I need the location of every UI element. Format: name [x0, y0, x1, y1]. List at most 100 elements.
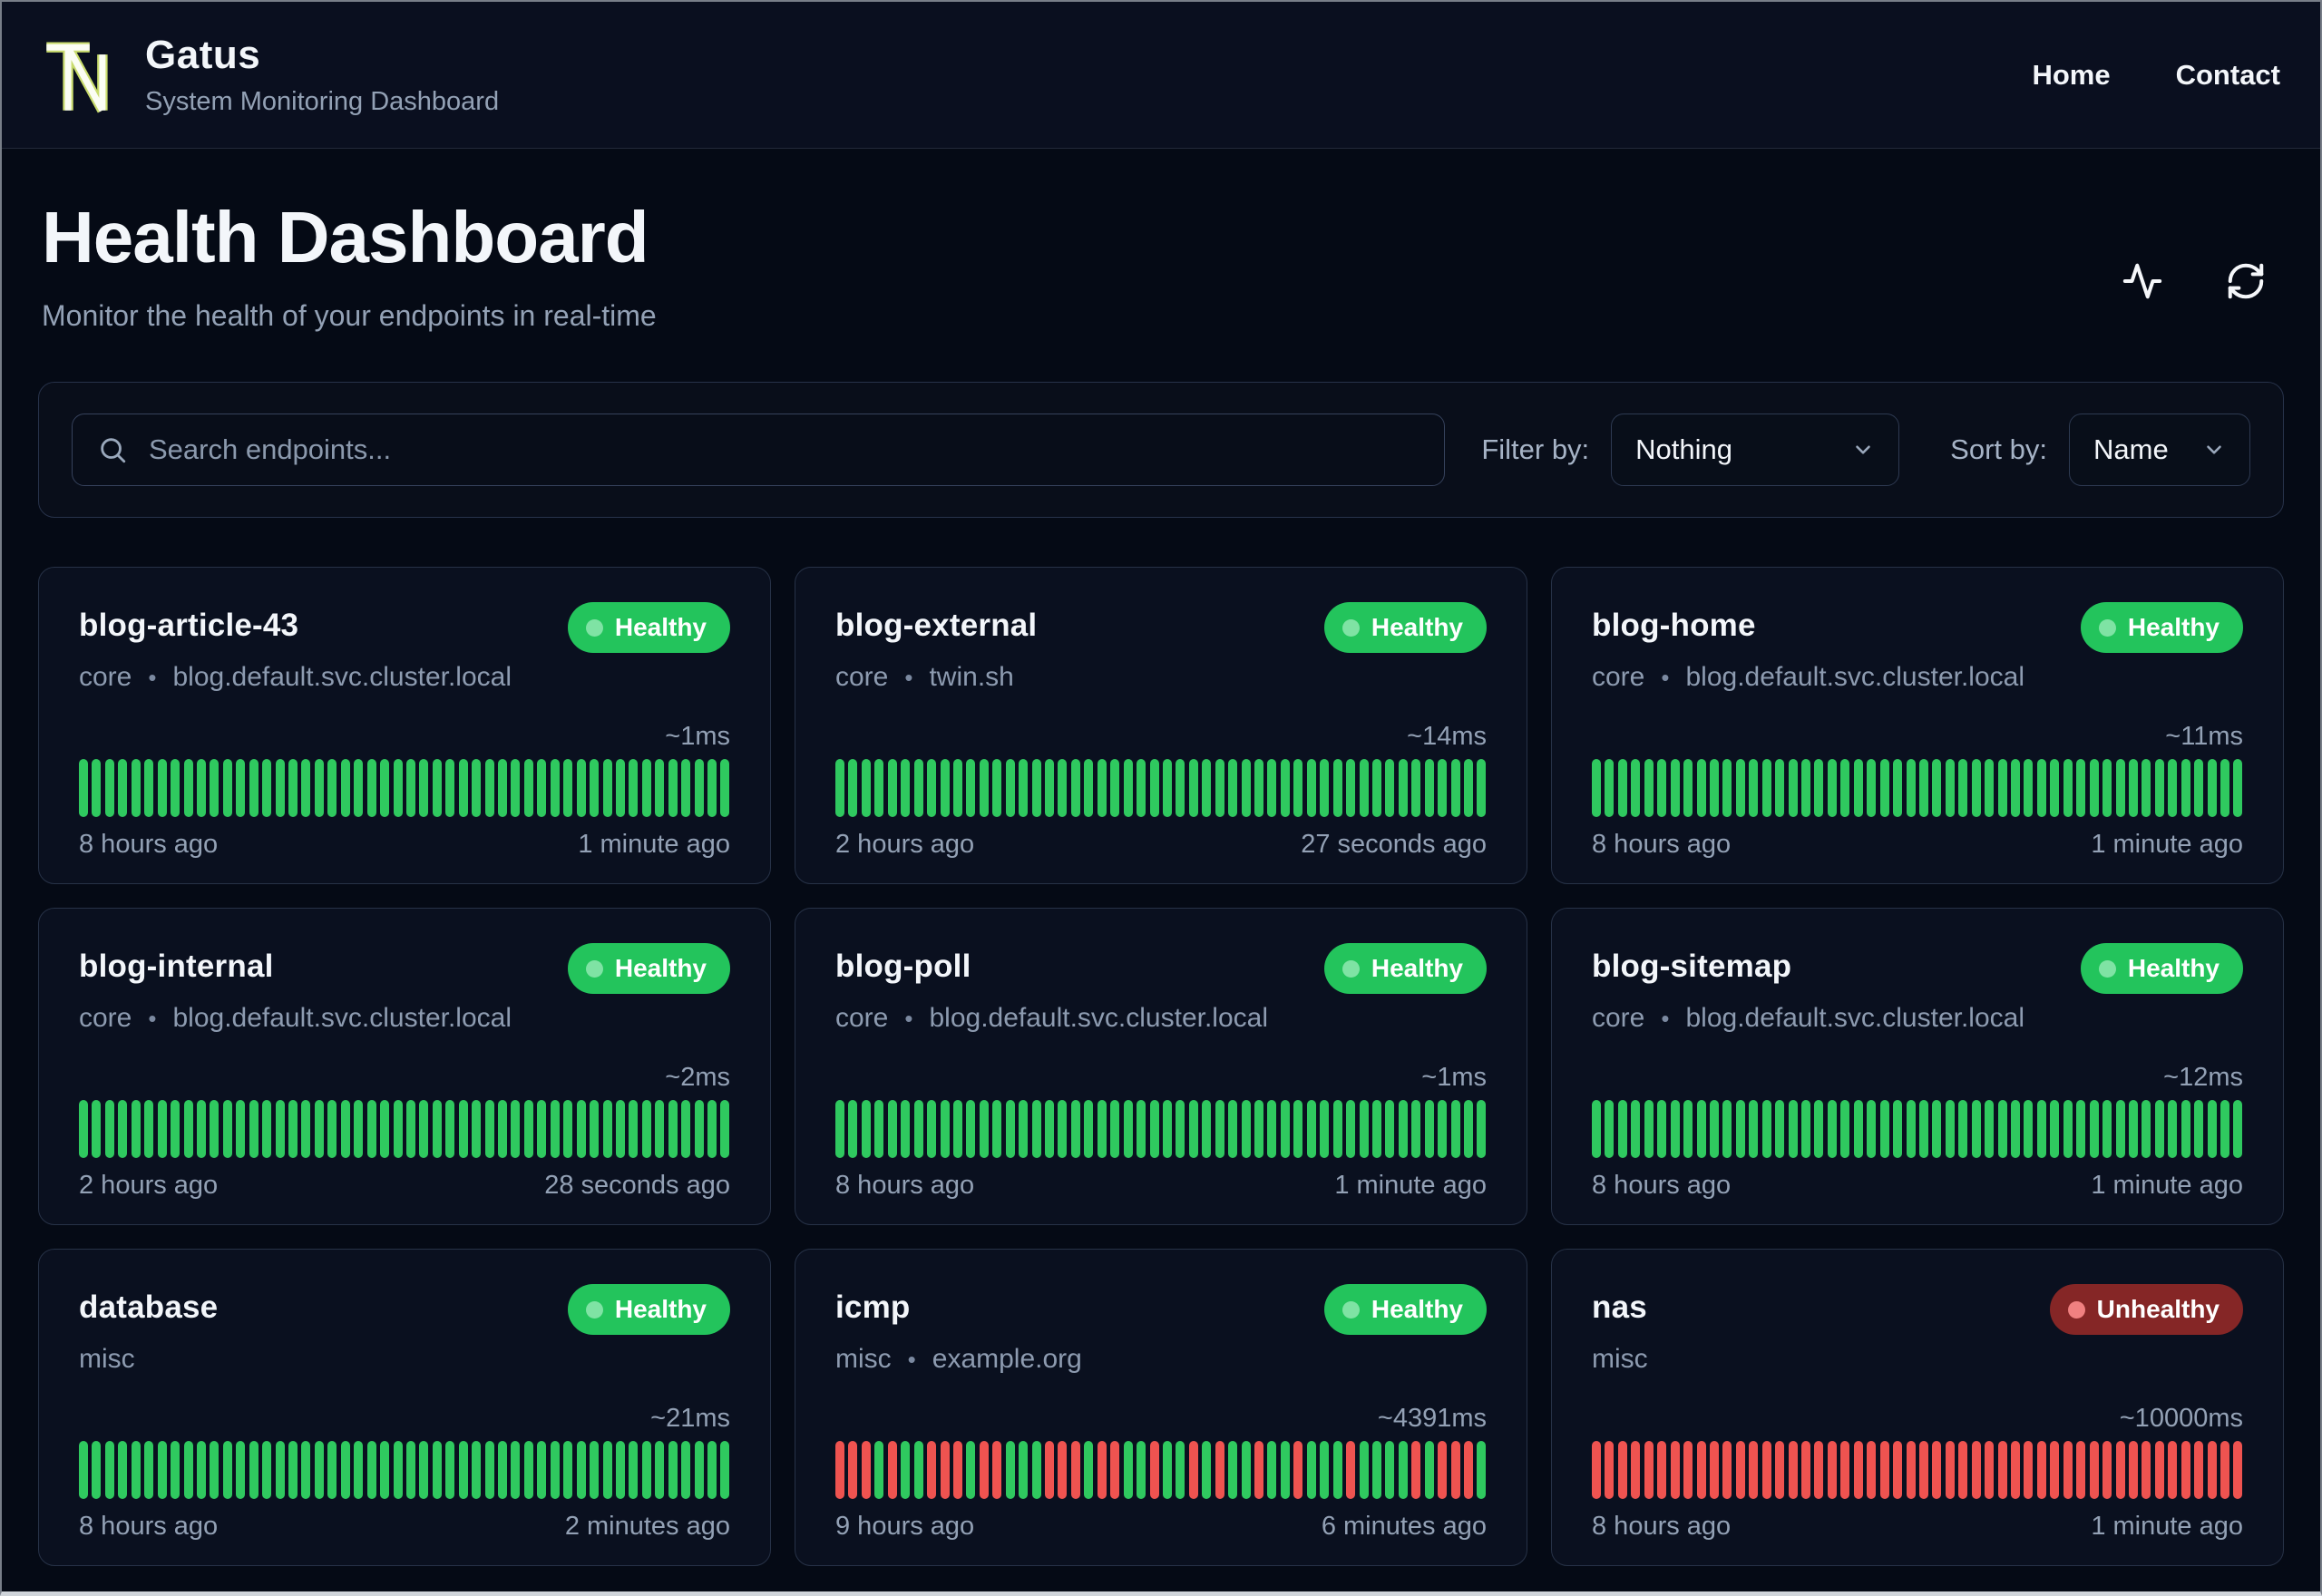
uptime-bar[interactable]	[2194, 1441, 2204, 1499]
uptime-bar[interactable]	[1385, 1100, 1395, 1158]
uptime-bar[interactable]	[1424, 1100, 1434, 1158]
uptime-bar[interactable]	[2115, 1100, 2125, 1158]
uptime-bar[interactable]	[1827, 759, 1837, 817]
uptime-bar[interactable]	[1280, 759, 1290, 817]
uptime-bar[interactable]	[2154, 1441, 2164, 1499]
uptime-bar[interactable]	[1123, 1100, 1133, 1158]
uptime-bar[interactable]	[1644, 1100, 1654, 1158]
uptime-bar[interactable]	[720, 1441, 730, 1499]
uptime-bar[interactable]	[1241, 1100, 1251, 1158]
uptime-bar[interactable]	[1293, 759, 1303, 817]
uptime-bar[interactable]	[366, 1441, 376, 1499]
uptime-bar[interactable]	[602, 1441, 612, 1499]
uptime-bar[interactable]	[157, 1441, 167, 1499]
uptime-bar[interactable]	[835, 1100, 844, 1158]
uptime-bar[interactable]	[354, 1441, 364, 1499]
uptime-bar[interactable]	[405, 1100, 415, 1158]
uptime-bar[interactable]	[1371, 1441, 1381, 1499]
uptime-bar[interactable]	[1031, 1441, 1041, 1499]
uptime-bar[interactable]	[1005, 1100, 1015, 1158]
uptime-bar[interactable]	[393, 759, 403, 817]
uptime-bar[interactable]	[1241, 1441, 1251, 1499]
uptime-bar[interactable]	[171, 1100, 180, 1158]
uptime-bar[interactable]	[1070, 1441, 1080, 1499]
uptime-bar[interactable]	[1267, 1441, 1277, 1499]
uptime-bar[interactable]	[1932, 759, 1942, 817]
uptime-bar[interactable]	[1683, 1100, 1693, 1158]
uptime-bar[interactable]	[537, 1100, 547, 1158]
uptime-bar[interactable]	[1084, 1441, 1094, 1499]
uptime-bar[interactable]	[1592, 1441, 1601, 1499]
uptime-bar[interactable]	[668, 1100, 678, 1158]
uptime-bar[interactable]	[1788, 1100, 1798, 1158]
uptime-bar[interactable]	[301, 1100, 311, 1158]
uptime-bar[interactable]	[432, 759, 442, 817]
uptime-bar[interactable]	[275, 759, 285, 817]
uptime-bar[interactable]	[1058, 1100, 1068, 1158]
uptime-bar[interactable]	[2128, 1441, 2138, 1499]
uptime-bar[interactable]	[1827, 1441, 1837, 1499]
uptime-bar[interactable]	[484, 759, 494, 817]
uptime-bar[interactable]	[1162, 1100, 1172, 1158]
uptime-bar[interactable]	[2194, 759, 2204, 817]
uptime-bar[interactable]	[2154, 1100, 2164, 1158]
uptime-bar[interactable]	[1605, 759, 1615, 817]
uptime-bar[interactable]	[887, 1441, 897, 1499]
uptime-bar[interactable]	[1749, 1441, 1759, 1499]
uptime-bar[interactable]	[1438, 759, 1448, 817]
uptime-bar[interactable]	[835, 759, 844, 817]
uptime-bar[interactable]	[314, 759, 324, 817]
uptime-bar[interactable]	[1971, 1100, 1981, 1158]
uptime-bar[interactable]	[1332, 759, 1342, 817]
uptime-bar[interactable]	[1893, 1100, 1903, 1158]
uptime-bar[interactable]	[1398, 1441, 1408, 1499]
uptime-bar[interactable]	[1696, 759, 1706, 817]
uptime-bar[interactable]	[1241, 759, 1251, 817]
uptime-bar[interactable]	[563, 1100, 573, 1158]
uptime-bar[interactable]	[1306, 1100, 1316, 1158]
uptime-bar[interactable]	[1735, 1100, 1745, 1158]
uptime-bar[interactable]	[1019, 1100, 1029, 1158]
uptime-bar[interactable]	[901, 1100, 911, 1158]
uptime-bar[interactable]	[249, 1100, 259, 1158]
uptime-bar[interactable]	[1945, 759, 1955, 817]
uptime-bar[interactable]	[979, 1441, 989, 1499]
uptime-bar[interactable]	[1411, 1441, 1421, 1499]
uptime-bar[interactable]	[498, 1441, 507, 1499]
refresh-icon[interactable]	[2224, 260, 2268, 304]
uptime-bar[interactable]	[340, 759, 350, 817]
uptime-bar[interactable]	[1827, 1100, 1837, 1158]
uptime-bar[interactable]	[1176, 759, 1185, 817]
uptime-bar[interactable]	[1997, 1441, 2007, 1499]
uptime-bar[interactable]	[2102, 1100, 2112, 1158]
uptime-bar[interactable]	[2194, 1100, 2204, 1158]
uptime-bar[interactable]	[1814, 1100, 1824, 1158]
uptime-bar[interactable]	[2181, 1441, 2190, 1499]
uptime-bar[interactable]	[1971, 1441, 1981, 1499]
uptime-bar[interactable]	[2154, 759, 2164, 817]
uptime-bar[interactable]	[1801, 759, 1810, 817]
uptime-bar[interactable]	[405, 1441, 415, 1499]
filter-select[interactable]: Nothing	[1611, 414, 1900, 486]
uptime-bar[interactable]	[2220, 759, 2229, 817]
uptime-bar[interactable]	[196, 759, 206, 817]
uptime-bar[interactable]	[563, 759, 573, 817]
uptime-bar[interactable]	[1202, 1100, 1212, 1158]
uptime-bar[interactable]	[432, 1100, 442, 1158]
uptime-bar[interactable]	[992, 759, 1002, 817]
uptime-bar[interactable]	[979, 1100, 989, 1158]
uptime-bar[interactable]	[432, 1441, 442, 1499]
uptime-bar[interactable]	[1267, 1100, 1277, 1158]
uptime-bar[interactable]	[1631, 759, 1641, 817]
uptime-bar[interactable]	[602, 1100, 612, 1158]
uptime-bar[interactable]	[1906, 1441, 1916, 1499]
uptime-bar[interactable]	[1814, 759, 1824, 817]
uptime-bar[interactable]	[861, 1441, 871, 1499]
uptime-bar[interactable]	[952, 1441, 962, 1499]
uptime-bar[interactable]	[979, 759, 989, 817]
uptime-bar[interactable]	[707, 1100, 717, 1158]
uptime-bar[interactable]	[1188, 1100, 1198, 1158]
uptime-bar[interactable]	[171, 1441, 180, 1499]
uptime-bar[interactable]	[523, 1441, 533, 1499]
uptime-bar[interactable]	[2036, 1100, 2046, 1158]
